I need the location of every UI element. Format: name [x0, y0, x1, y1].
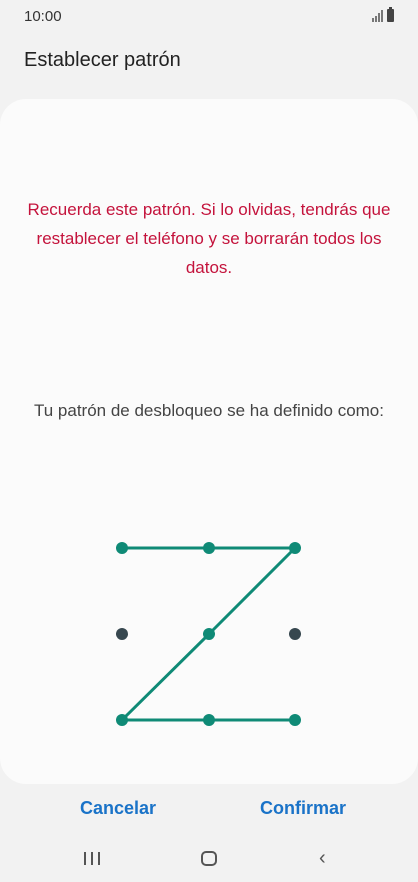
navigation-bar: ‹ — [0, 838, 418, 882]
signal-icon — [372, 10, 383, 22]
confirm-button[interactable]: Confirmar — [260, 798, 346, 819]
cancel-button[interactable]: Cancelar — [80, 798, 156, 819]
status-bar: 10:00 — [0, 0, 418, 34]
status-icons — [372, 7, 394, 22]
pattern-description: Tu patrón de desbloqueo se ha definido c… — [33, 401, 384, 420]
status-time: 10:00 — [24, 8, 62, 25]
warning-message: Recuerda este patrón. Si lo olvidas, ten… — [27, 200, 391, 277]
back-icon[interactable]: ‹ — [319, 848, 326, 868]
page-title: Establecer patrón — [24, 49, 181, 71]
bottom-actions: Cancelar Confirmar — [0, 790, 418, 830]
home-icon[interactable] — [201, 851, 217, 866]
recent-apps-icon[interactable] — [84, 852, 100, 865]
battery-icon — [387, 7, 394, 22]
